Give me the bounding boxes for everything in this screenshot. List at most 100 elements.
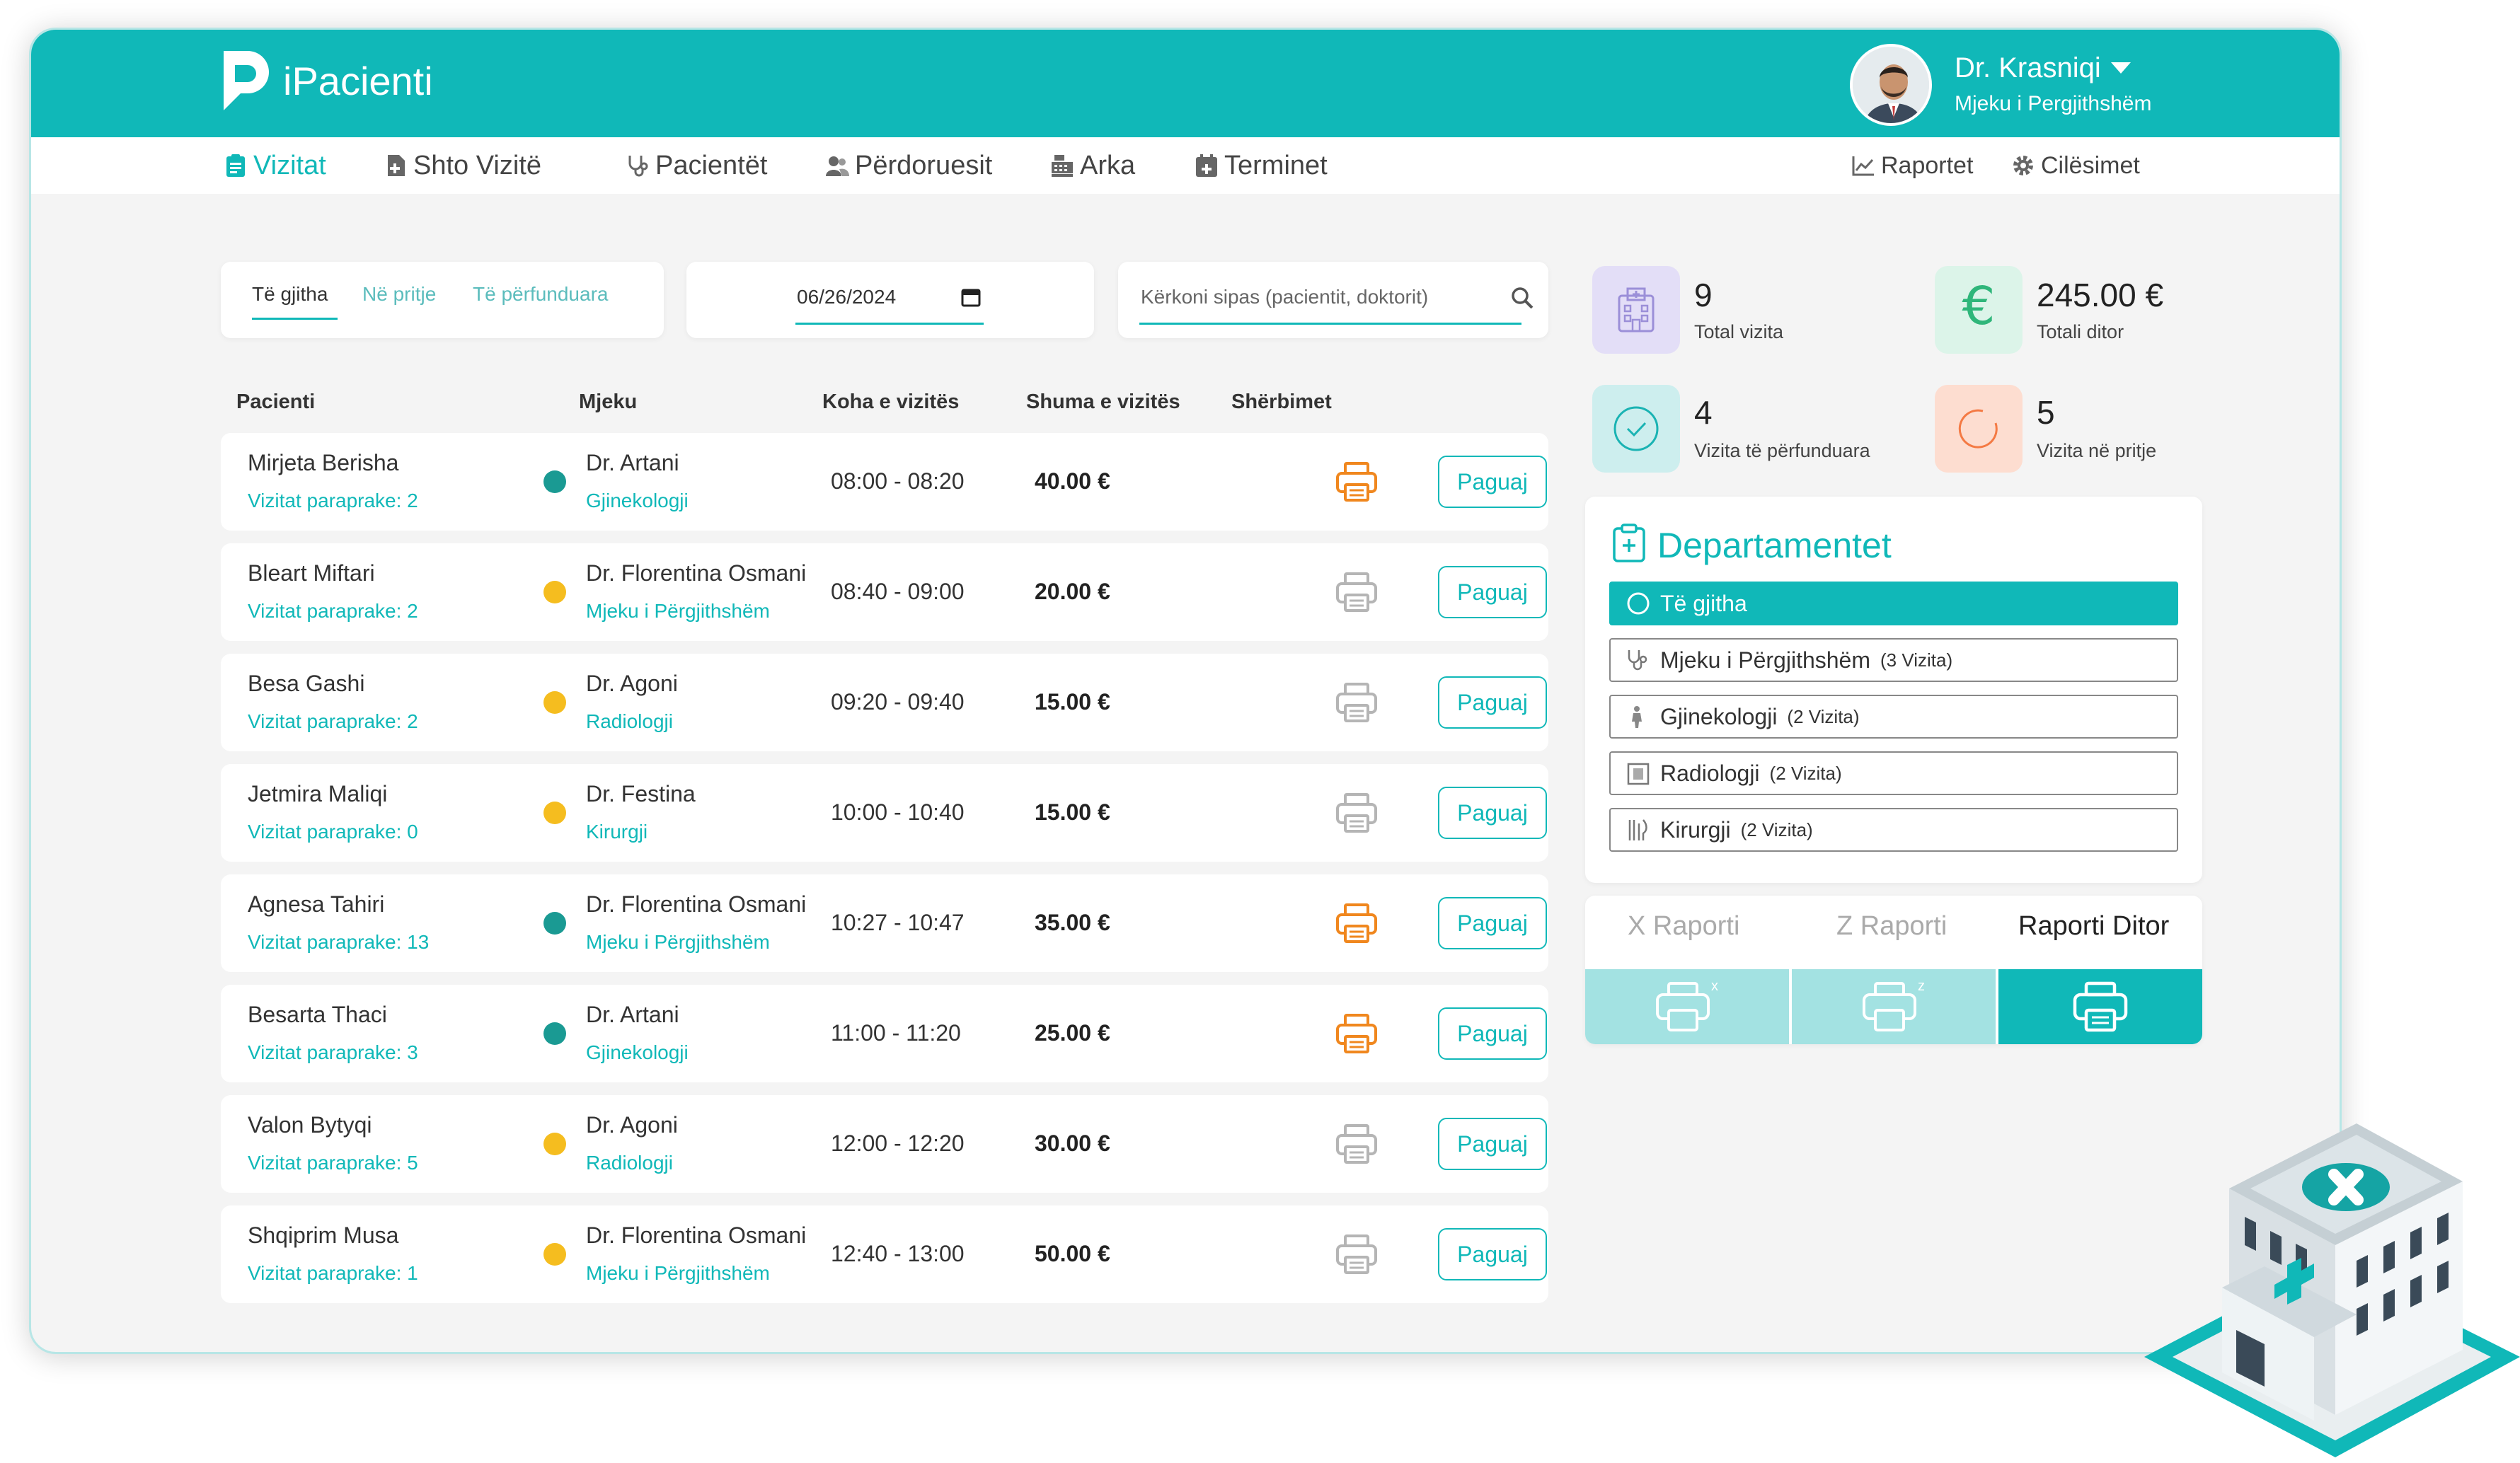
dept-item-gjinekologji[interactable]: Gjinekologji (2 Vizita)	[1609, 695, 2178, 739]
date-input[interactable]: 06/26/2024	[797, 286, 896, 308]
patient-name[interactable]: Mirjeta Berisha	[248, 450, 398, 476]
euro-icon: €	[1962, 276, 1996, 337]
pay-button[interactable]: Paguaj	[1438, 456, 1547, 508]
print-button[interactable]	[1335, 1012, 1379, 1056]
tab-z-raporti[interactable]: Z Raporti	[1836, 911, 1947, 942]
tab-te-gjitha[interactable]: Të gjitha	[252, 283, 338, 320]
tab-ne-pritje[interactable]: Në pritje	[362, 283, 436, 306]
print-button[interactable]	[1335, 570, 1379, 614]
x-report-print-button[interactable]: x	[1585, 969, 1789, 1044]
stethoscope-icon	[628, 156, 648, 177]
printer-icon: z	[1863, 979, 1925, 1031]
visit-time: 10:27 - 10:47	[831, 910, 965, 935]
z-report-print-button[interactable]: z	[1792, 969, 1996, 1044]
patient-name[interactable]: Shqiprim Musa	[248, 1222, 398, 1249]
tab-x-raporti[interactable]: X Raporti	[1628, 911, 1739, 942]
status-dot	[543, 802, 566, 824]
tab-te-perfunduara[interactable]: Të përfunduara	[473, 283, 608, 306]
cash-register-icon	[1052, 155, 1073, 177]
nav-item-raportet[interactable]: Raportet	[1851, 137, 1973, 194]
doctor-name: Dr. Agoni	[586, 1112, 678, 1138]
hospital-building-icon	[1618, 287, 1655, 332]
nav-item-pacientet[interactable]: Pacientët	[626, 137, 767, 194]
logo-icon	[219, 48, 270, 112]
pay-button[interactable]: Paguaj	[1438, 566, 1547, 618]
pay-button[interactable]: Paguaj	[1438, 897, 1547, 949]
tab-raporti-ditor[interactable]: Raporti Ditor	[2018, 911, 2169, 942]
table-row[interactable]: Agnesa Tahiri Vizitat paraprake: 13 Dr. …	[221, 874, 1548, 972]
add-file-icon	[388, 155, 405, 176]
chart-icon	[1852, 156, 1874, 176]
printer-icon	[1336, 903, 1377, 943]
print-button[interactable]	[1335, 681, 1379, 724]
calendar-icon[interactable]	[961, 287, 981, 307]
daily-report-print-button[interactable]	[1998, 969, 2202, 1044]
search-icon[interactable]	[1510, 286, 1534, 310]
pay-button[interactable]: Paguaj	[1438, 676, 1547, 729]
previous-visits: Vizitat paraprake: 2	[248, 490, 418, 511]
department-name: Mjeku i Përgjithshëm	[586, 931, 770, 953]
pay-button[interactable]: Paguaj	[1438, 1228, 1547, 1280]
patient-name[interactable]: Valon Bytyqi	[248, 1112, 372, 1138]
patient-name[interactable]: Agnesa Tahiri	[248, 891, 384, 918]
table-row[interactable]: Besarta Thaci Vizitat paraprake: 3 Dr. A…	[221, 985, 1548, 1082]
departments-panel: Departamentet Të gjitha Mjeku i Përgjith…	[1585, 497, 2202, 883]
table-row[interactable]: Bleart Miftari Vizitat paraprake: 2 Dr. …	[221, 543, 1548, 641]
date-filter[interactable]: 06/26/2024	[686, 262, 1094, 338]
nav-item-terminet[interactable]: Terminet	[1195, 137, 1328, 194]
nav-item-cilesimet[interactable]: Cilësimet	[2011, 137, 2140, 194]
z-mark: z	[1918, 979, 1925, 994]
patient-name[interactable]: Besa Gashi	[248, 671, 364, 697]
department-name: Radiologji	[586, 1152, 673, 1174]
user-menu[interactable]: Dr. Krasniqi	[1955, 52, 2131, 84]
app-logo-text: iPacienti	[283, 59, 433, 103]
table-row[interactable]: Valon Bytyqi Vizitat paraprake: 5 Dr. Ag…	[221, 1095, 1548, 1193]
print-button[interactable]	[1335, 791, 1379, 835]
patient-name[interactable]: Besarta Thaci	[248, 1002, 387, 1028]
table-row[interactable]: Besa Gashi Vizitat paraprake: 2 Dr. Agon…	[221, 654, 1548, 751]
patient-name[interactable]: Jetmira Maliqi	[248, 781, 387, 807]
visit-time: 12:40 - 13:00	[831, 1241, 965, 1266]
previous-visits: Vizitat paraprake: 1	[248, 1262, 418, 1284]
check-circle-icon	[1613, 406, 1659, 451]
print-button[interactable]	[1335, 901, 1379, 945]
status-filter-tabs: Të gjitha Në pritje Të përfunduara	[221, 262, 664, 338]
dept-item-radiologji[interactable]: Radiologji (2 Vizita)	[1609, 751, 2178, 795]
nav-item-arka[interactable]: Arka	[1050, 137, 1135, 194]
visit-time: 08:00 - 08:20	[831, 468, 965, 494]
search-box[interactable]: Kërkoni sipas (pacientit, doktorit)	[1118, 262, 1548, 338]
pay-button[interactable]: Paguaj	[1438, 787, 1547, 839]
dept-item-kirurgji[interactable]: Kirurgji (2 Vizita)	[1609, 808, 2178, 852]
visit-amount: 50.00 €	[1035, 1241, 1110, 1266]
printer-icon	[1336, 1234, 1377, 1274]
dept-item-mjeku-pergjithshem[interactable]: Mjeku i Përgjithshëm (3 Vizita)	[1609, 638, 2178, 682]
doctor-name: Dr. Artani	[586, 1002, 679, 1027]
nav-item-perdoruesit[interactable]: Përdoruesit	[825, 137, 992, 194]
table-row[interactable]: Jetmira Maliqi Vizitat paraprake: 0 Dr. …	[221, 764, 1548, 862]
pay-button[interactable]: Paguaj	[1438, 1118, 1547, 1170]
patient-name[interactable]: Bleart Miftari	[248, 560, 375, 586]
users-icon	[826, 156, 849, 176]
department-name: Gjinekologji	[586, 1041, 689, 1063]
avatar[interactable]	[1850, 44, 1932, 126]
print-button[interactable]	[1335, 1232, 1379, 1276]
col-header-sherbimet: Shërbimet	[1231, 391, 1332, 413]
department-name: Radiologji	[586, 710, 673, 732]
stat-completed-box	[1592, 385, 1680, 473]
print-button[interactable]	[1335, 460, 1379, 504]
dept-item-te-gjitha[interactable]: Të gjitha	[1609, 582, 2178, 625]
user-role: Mjeku i Pergjithshëm	[1955, 92, 2152, 115]
nav-label: Shto Vizitë	[413, 150, 541, 180]
pay-button[interactable]: Paguaj	[1438, 1007, 1547, 1060]
table-row[interactable]: Mirjeta Berisha Vizitat paraprake: 2 Dr.…	[221, 433, 1548, 531]
table-row[interactable]: Shqiprim Musa Vizitat paraprake: 1 Dr. F…	[221, 1205, 1548, 1303]
visit-amount: 15.00 €	[1035, 799, 1110, 825]
nav-label: Raportet	[1881, 151, 1974, 179]
nav-item-vizitat[interactable]: Vizitat	[224, 137, 326, 194]
search-input[interactable]: Kërkoni sipas (pacientit, doktorit)	[1141, 286, 1428, 308]
print-button[interactable]	[1335, 1122, 1379, 1166]
dept-label: Gjinekologji	[1660, 703, 1778, 729]
nav-label: Terminet	[1224, 150, 1328, 180]
nav-item-shto-vizite[interactable]: Shto Vizitë	[384, 137, 541, 194]
stethoscope-icon	[1628, 650, 1647, 671]
